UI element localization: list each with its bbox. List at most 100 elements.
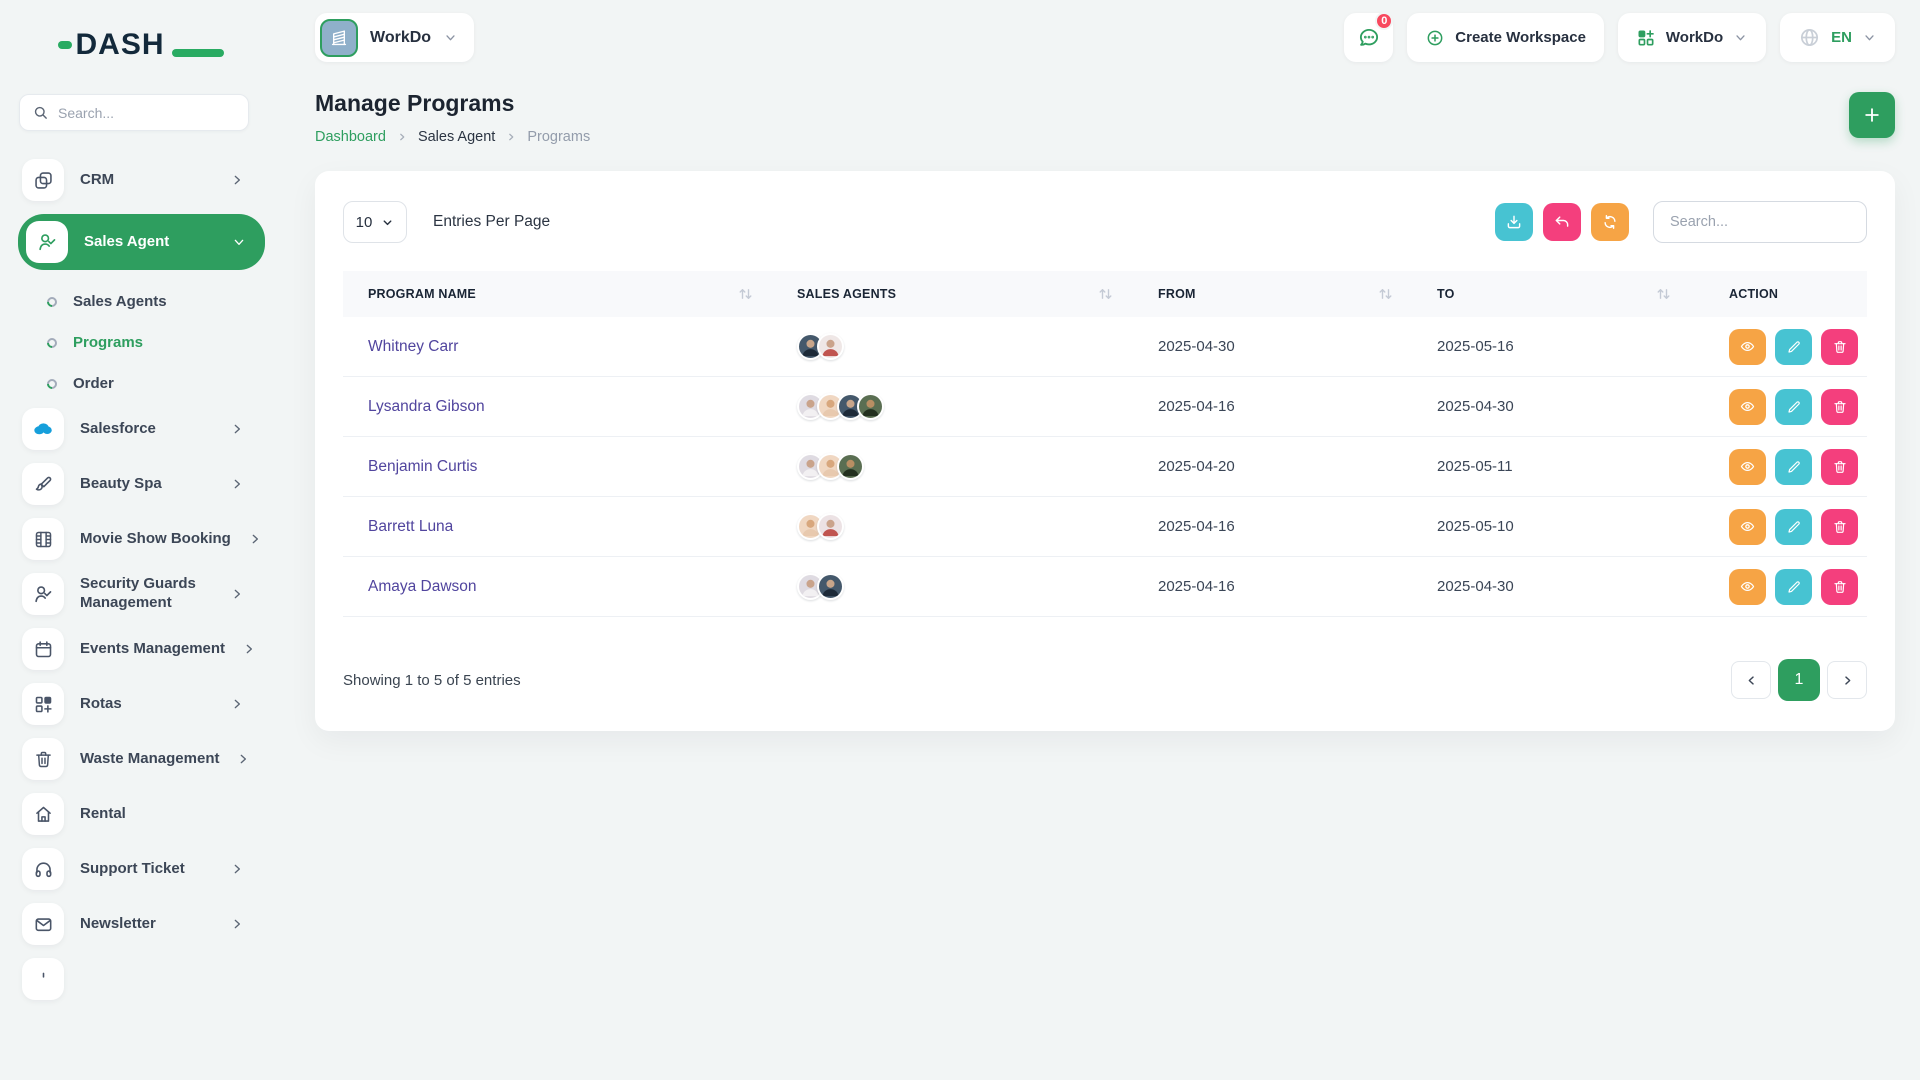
- sidebar-item-label: Newsletter: [80, 915, 156, 934]
- table-header-row: PROGRAM NAME SALES AGENTS FROM TO ACTION: [343, 271, 1867, 317]
- export-button[interactable]: [1495, 203, 1533, 241]
- column-header-from[interactable]: FROM: [1135, 287, 1415, 301]
- sidebar-item-waste-management[interactable]: Waste Management: [0, 738, 265, 780]
- sidebar-subitem-label: Sales Agents: [73, 293, 167, 310]
- column-header-to[interactable]: TO: [1415, 287, 1693, 301]
- pencil-icon: [1786, 399, 1802, 415]
- chevron-down-icon: [1733, 30, 1748, 45]
- top-bar-actions: 0 Create Workspace WorkDo: [1344, 13, 1895, 62]
- sidebar-item-label: Beauty Spa: [80, 475, 162, 494]
- delete-button[interactable]: [1821, 389, 1858, 425]
- edit-button[interactable]: [1775, 329, 1812, 365]
- sidebar-subitem-label: Order: [73, 375, 114, 392]
- chevron-right-icon: [396, 131, 408, 143]
- undo-button[interactable]: [1543, 203, 1581, 241]
- sidebar: DASH CRM Sales Agent: [0, 0, 265, 1080]
- globe-icon: [1798, 26, 1821, 49]
- pencil-icon: [1786, 459, 1802, 475]
- sidebar-item-rental[interactable]: Rental: [0, 793, 265, 835]
- program-name-link[interactable]: Barrett Luna: [368, 518, 453, 535]
- sidebar-item-events-management[interactable]: Events Management: [0, 628, 265, 670]
- workdo-menu-button[interactable]: WorkDo: [1618, 13, 1766, 62]
- view-button[interactable]: [1729, 569, 1766, 605]
- sidebar-item-rotas[interactable]: Rotas: [0, 683, 265, 725]
- eye-icon: [1739, 338, 1756, 355]
- program-name-link[interactable]: Whitney Carr: [368, 338, 458, 355]
- delete-button[interactable]: [1821, 509, 1858, 545]
- sidebar-item-sales-agent[interactable]: Sales Agent: [18, 214, 265, 270]
- brand-logo[interactable]: DASH: [58, 28, 208, 62]
- pagination-next-button[interactable]: [1827, 661, 1867, 699]
- eye-icon: [1739, 578, 1756, 595]
- sidebar-item-label: Sales Agent: [84, 233, 169, 252]
- view-button[interactable]: [1729, 449, 1766, 485]
- edit-button[interactable]: [1775, 569, 1812, 605]
- breadcrumb-dashboard[interactable]: Dashboard: [315, 129, 386, 145]
- create-workspace-button[interactable]: Create Workspace: [1407, 13, 1604, 62]
- search-icon: [32, 104, 49, 121]
- to-date: 2025-05-10: [1415, 518, 1693, 535]
- program-name-link[interactable]: Benjamin Curtis: [368, 458, 477, 475]
- sidebar-item-salesforce[interactable]: Salesforce: [0, 408, 265, 450]
- language-button[interactable]: EN: [1780, 13, 1895, 62]
- to-date: 2025-05-16: [1415, 338, 1693, 355]
- edit-button[interactable]: [1775, 389, 1812, 425]
- table-row: Barrett Luna 2025-04-16 2025-05-10: [343, 497, 1867, 557]
- chevron-right-icon: [505, 131, 517, 143]
- sidebar-item-movie-show-booking[interactable]: Movie Show Booking: [0, 518, 265, 560]
- sort-icon: [738, 287, 753, 301]
- sidebar-item-crm[interactable]: CRM: [0, 159, 265, 201]
- delete-button[interactable]: [1821, 569, 1858, 605]
- pagination: 1: [1731, 659, 1867, 701]
- agent-avatar: [817, 573, 844, 600]
- sidebar-item-support-ticket[interactable]: Support Ticket: [0, 848, 265, 890]
- row-actions: [1693, 329, 1867, 365]
- add-program-button[interactable]: [1849, 92, 1895, 138]
- refresh-button[interactable]: [1591, 203, 1629, 241]
- table-row: Whitney Carr 2025-04-30 2025-05-16: [343, 317, 1867, 377]
- edit-button[interactable]: [1775, 449, 1812, 485]
- sidebar-item-beauty-spa[interactable]: Beauty Spa: [0, 463, 265, 505]
- sidebar-item-newsletter[interactable]: Newsletter: [0, 903, 265, 945]
- pencil-icon: [1786, 579, 1802, 595]
- sidebar-item-partial[interactable]: [0, 958, 265, 1000]
- entries-per-page-select[interactable]: 10: [343, 201, 407, 243]
- messages-button[interactable]: 0: [1344, 13, 1393, 62]
- table-row: Amaya Dawson 2025-04-16 2025-04-30: [343, 557, 1867, 617]
- sidebar-item-label: Rotas: [80, 695, 122, 714]
- breadcrumb-sales-agent[interactable]: Sales Agent: [418, 129, 495, 145]
- page-title: Manage Programs: [315, 90, 590, 117]
- delete-button[interactable]: [1821, 329, 1858, 365]
- agent-avatar: [837, 453, 864, 480]
- view-button[interactable]: [1729, 509, 1766, 545]
- sidebar-item-security-guards-management[interactable]: Security Guards Management: [0, 573, 265, 615]
- program-name-link[interactable]: Amaya Dawson: [368, 578, 477, 595]
- row-actions: [1693, 509, 1867, 545]
- chevron-right-icon: [1840, 673, 1855, 688]
- workspace-switcher[interactable]: WorkDo: [315, 13, 474, 62]
- sidebar-subitem-order[interactable]: Order: [0, 365, 265, 402]
- column-header-program-name[interactable]: PROGRAM NAME: [343, 287, 775, 301]
- pagination-page-1-button[interactable]: 1: [1778, 659, 1820, 701]
- sidebar-search-input[interactable]: [58, 105, 236, 121]
- view-button[interactable]: [1729, 329, 1766, 365]
- table-search-input[interactable]: [1653, 201, 1867, 243]
- column-header-sales-agents[interactable]: SALES AGENTS: [775, 287, 1135, 301]
- table-footer: Showing 1 to 5 of 5 entries 1: [343, 659, 1867, 701]
- chevron-right-icon: [229, 421, 245, 437]
- edit-button[interactable]: [1775, 509, 1812, 545]
- sidebar-subitem-programs[interactable]: Programs: [0, 324, 265, 361]
- table-row: Lysandra Gibson 2025-04-16 2025-04-30: [343, 377, 1867, 437]
- sidebar-item-label: Rental: [80, 805, 126, 824]
- agents-avatars: [775, 333, 1135, 360]
- chevron-right-icon: [235, 751, 251, 767]
- pagination-prev-button[interactable]: [1731, 661, 1771, 699]
- delete-button[interactable]: [1821, 449, 1858, 485]
- trash-icon: [1832, 459, 1848, 475]
- view-button[interactable]: [1729, 389, 1766, 425]
- program-name-link[interactable]: Lysandra Gibson: [368, 398, 485, 415]
- sort-icon: [1378, 287, 1393, 301]
- chevron-down-icon: [1862, 30, 1877, 45]
- sidebar-search[interactable]: [19, 94, 249, 131]
- sidebar-subitem-sales-agents[interactable]: Sales Agents: [0, 283, 265, 320]
